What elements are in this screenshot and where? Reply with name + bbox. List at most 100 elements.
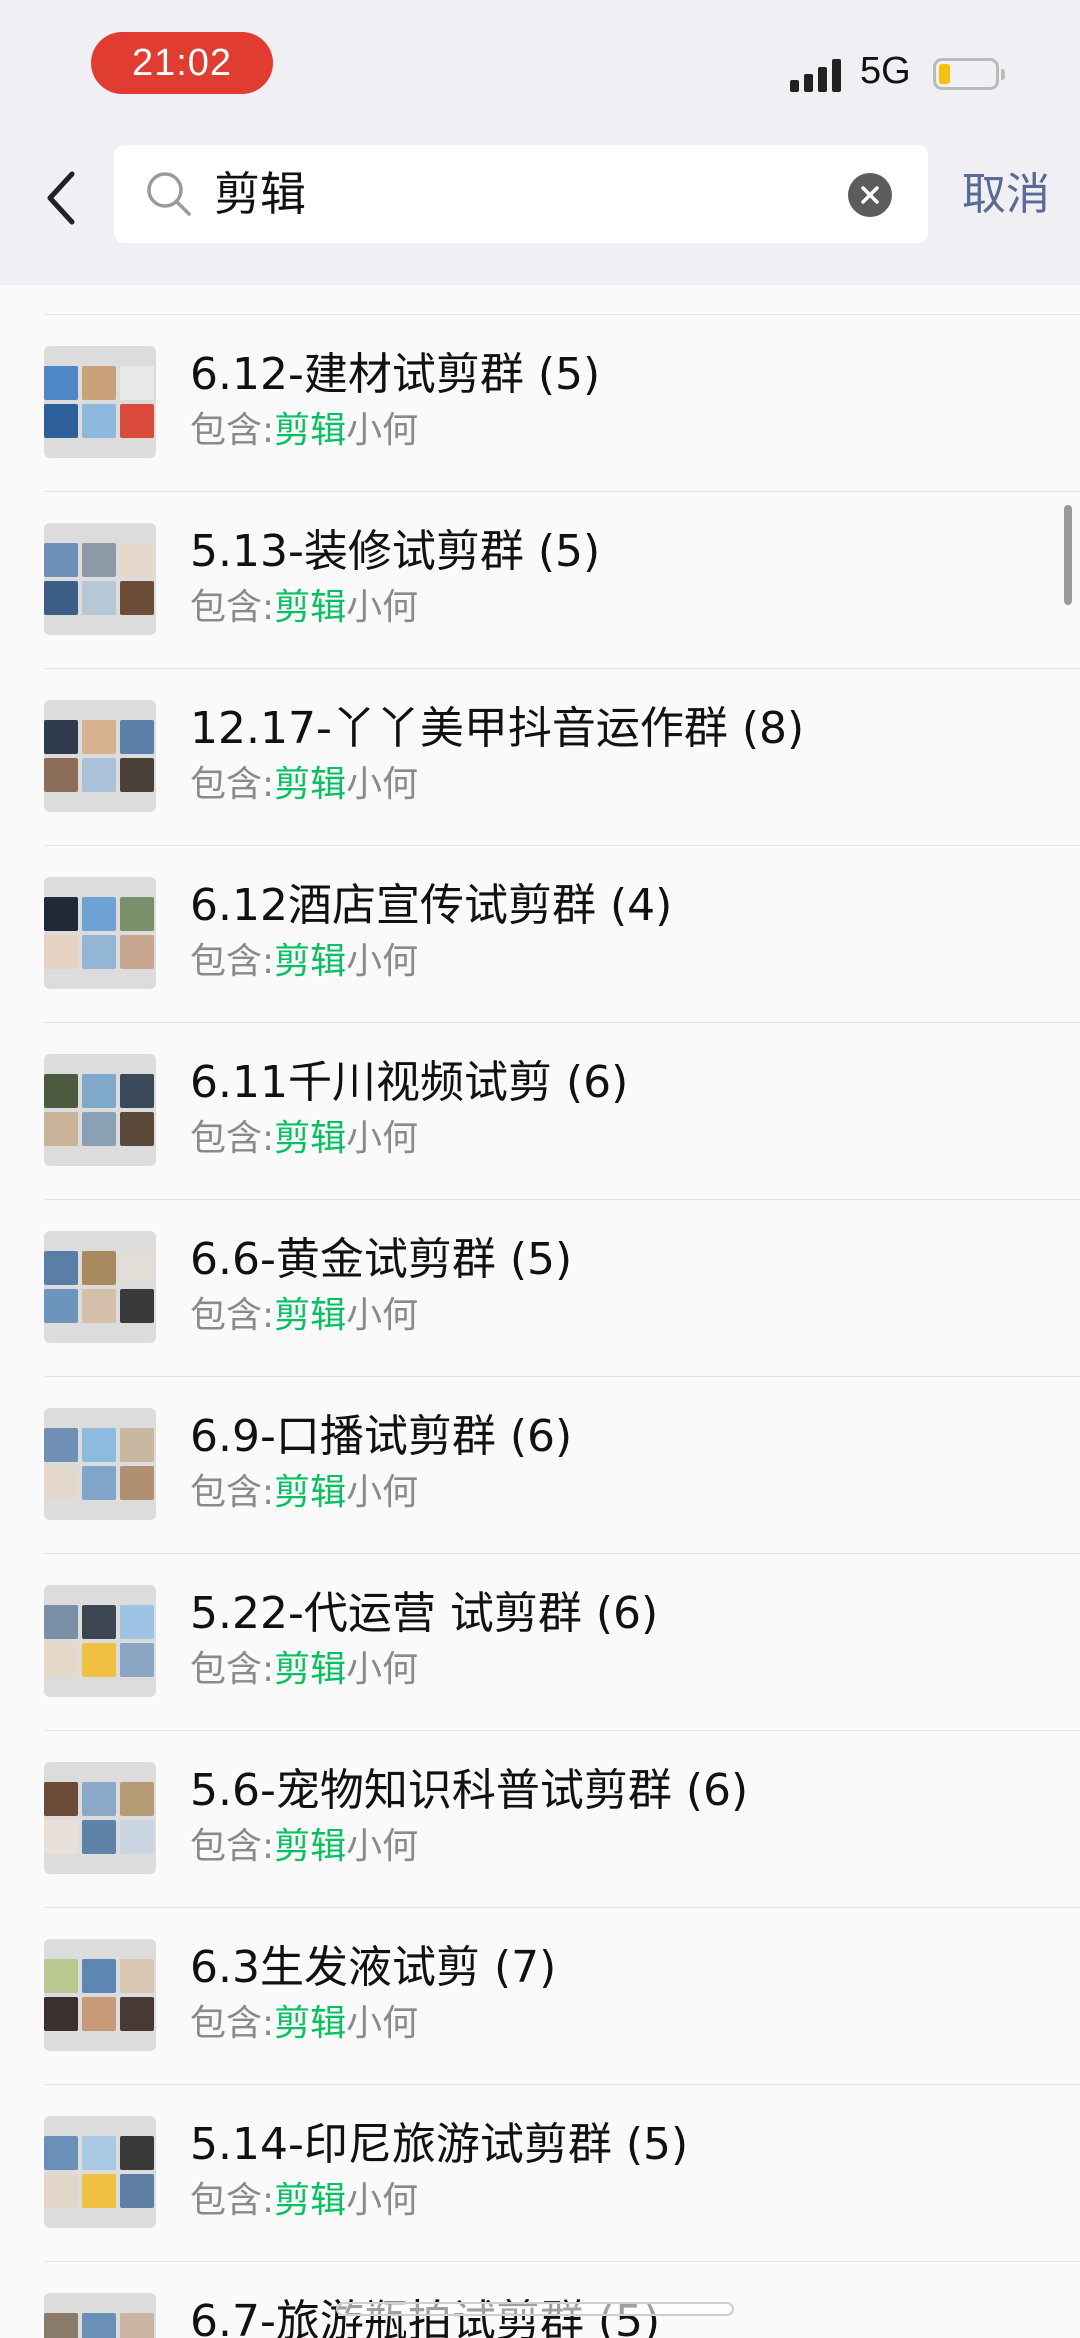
avatar-tile [44,1820,78,1854]
avatar-tile [44,366,78,400]
back-button[interactable] [42,168,82,228]
clear-icon[interactable] [848,173,892,217]
avatar-tile [44,720,78,754]
battery-fill [939,64,950,84]
match-prefix: 包含: [190,2180,275,2221]
match-summary: 包含:剪辑小何 [190,2176,418,2226]
match-highlight: 剪辑 [274,1826,347,1867]
list-item[interactable]: 5.13-装修试剪群 (5) 包含:剪辑小何 [0,492,1080,669]
match-summary: 包含:剪辑小何 [190,1291,418,1341]
match-member: 小何 [346,2003,419,2044]
list-item[interactable]: 6.9-口播试剪群 (6) 包含:剪辑小何 [0,1377,1080,1554]
match-prefix: 包含: [190,1295,275,1336]
list-item[interactable]: 6.6-黄金试剪群 (5) 包含:剪辑小何 [0,1200,1080,1377]
avatar-tile [44,1643,78,1677]
avatar-tile [44,2174,78,2208]
group-avatar [44,877,156,989]
battery-icon [933,58,1005,90]
avatar-tile [44,581,78,615]
match-highlight: 剪辑 [274,764,347,805]
avatar-tile [44,1251,78,1285]
search-results-list[interactable]: 6.12-建材试剪群 (5) 包含:剪辑小何 5.13-装修试剪群 (5) 包含:剪辑… [0,285,1080,2338]
match-member: 小何 [346,587,419,628]
match-summary: 包含:剪辑小何 [190,1999,418,2049]
group-name: 6.11千川视频试剪 (6) [190,1057,629,1108]
chevron-left-icon [47,171,75,225]
list-item[interactable]: 12.17-丫丫美甲抖音运作群 (8) 包含:剪辑小何 [0,669,1080,846]
avatar-tile [44,1605,78,1639]
group-name: 6.12酒店宣传试剪群 (4) [190,880,673,931]
search-input[interactable]: 剪辑 [214,165,306,223]
avatar-tile [82,2136,116,2170]
group-avatar [44,1762,156,1874]
signal-icon [790,56,846,92]
match-member: 小何 [346,764,419,805]
avatar-tile [82,897,116,931]
match-member: 小何 [346,2180,419,2221]
avatar-tile [82,935,116,969]
avatar-tile [82,1428,116,1462]
avatar-tile [44,1466,78,1500]
list-item[interactable]: 6.7-旅游瓶拍试剪群 (5)包含:剪辑小何 [0,2262,1080,2338]
match-prefix: 包含: [190,410,275,451]
match-member: 小何 [346,1826,419,1867]
avatar-tile [44,1959,78,1993]
avatar-tile [44,897,78,931]
avatar-tile [44,1428,78,1462]
list-item[interactable]: 6.12酒店宣传试剪群 (4) 包含:剪辑小何 [0,846,1080,1023]
list-item[interactable]: 6.12-建材试剪群 (5) 包含:剪辑小何 [0,315,1080,492]
match-highlight: 剪辑 [274,410,347,451]
avatar-tile [120,543,154,577]
avatar-tile [82,1289,116,1323]
avatar-tile [120,1428,154,1462]
group-name: 5.13-装修试剪群 (5) [190,526,601,577]
list-item[interactable]: 5.22-代运营 试剪群 (6) 包含:剪辑小何 [0,1554,1080,1731]
group-name: 5.6-宠物知识科普试剪群 (6) [190,1765,749,1816]
match-member: 小何 [346,410,419,451]
match-summary: 包含:剪辑小何 [190,760,418,810]
group-avatar [44,1939,156,2051]
scrollbar[interactable] [1064,505,1072,605]
avatar-tile [44,404,78,438]
avatar-tile [120,366,154,400]
list-item[interactable]: 5.6-宠物知识科普试剪群 (6) 包含:剪辑小何 [0,1731,1080,1908]
avatar-tile [120,404,154,438]
list-item[interactable]: 5.14-印尼旅游试剪群 (5) 包含:剪辑小何 [0,2085,1080,2262]
group-avatar [44,2116,156,2228]
group-avatar [44,2293,156,2338]
search-icon [144,169,194,219]
group-avatar [44,1585,156,1697]
match-highlight: 剪辑 [274,2003,347,2044]
avatar-tile [120,1074,154,1108]
match-prefix: 包含: [190,1472,275,1513]
avatar-tile [82,404,116,438]
match-prefix: 包含: [190,2003,275,2044]
match-highlight: 剪辑 [274,1472,347,1513]
match-summary: 包含:剪辑小何 [190,1822,418,1872]
avatar-tile [82,1782,116,1816]
avatar-tile [120,1959,154,1993]
avatar-tile [120,2313,154,2338]
match-highlight: 剪辑 [274,587,347,628]
group-name: 6.9-口播试剪群 (6) [190,1411,573,1462]
avatar-tile [44,935,78,969]
cancel-button[interactable]: 取消 [962,165,1050,225]
list-item[interactable]: 6.3生发液试剪 (7) 包含:剪辑小何 [0,1908,1080,2085]
match-prefix: 包含: [190,764,275,805]
group-name: 6.6-黄金试剪群 (5) [190,1234,573,1285]
avatar-tile [120,1997,154,2031]
match-prefix: 包含: [190,1826,275,1867]
list-item[interactable]: 6.11千川视频试剪 (6) 包含:剪辑小何 [0,1023,1080,1200]
avatar-tile [82,1605,116,1639]
avatar-tile [82,1112,116,1146]
match-prefix: 包含: [190,1118,275,1159]
avatar-tile [82,543,116,577]
avatar-tile [82,758,116,792]
avatar-tile [82,1959,116,1993]
avatar-tile [82,581,116,615]
match-member: 小何 [346,941,419,982]
match-summary: 包含:剪辑小何 [190,1114,418,1164]
avatar-tile [82,366,116,400]
search-field[interactable]: 剪辑 [114,145,928,243]
avatar-tile [120,2136,154,2170]
